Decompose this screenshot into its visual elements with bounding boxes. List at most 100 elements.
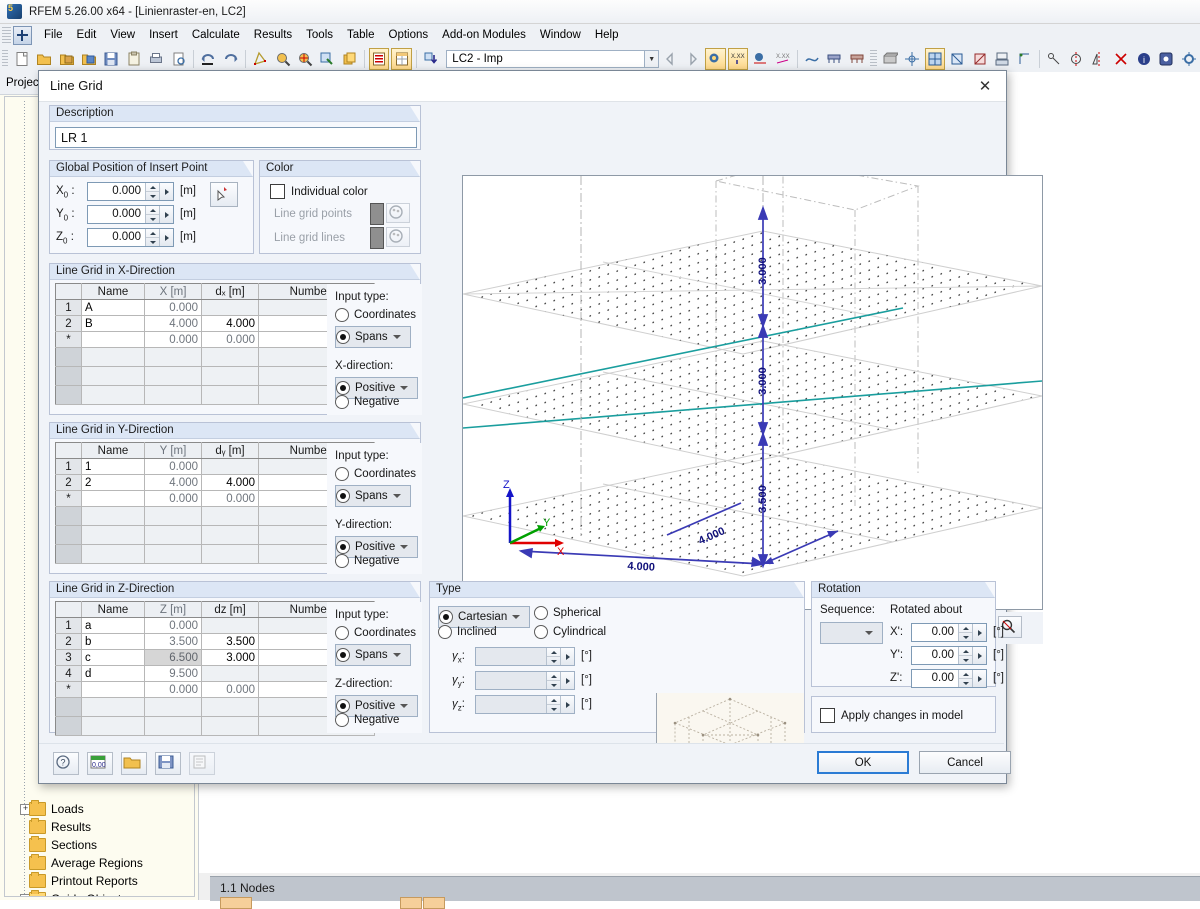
x-input-type-coordinates[interactable]: Coordinates <box>335 308 416 322</box>
toolbar-grip-handle[interactable] <box>2 50 8 68</box>
work-plane-xz-icon[interactable] <box>969 48 989 70</box>
show-tables-icon[interactable] <box>369 48 389 70</box>
cell-name[interactable]: c <box>82 650 145 666</box>
cell-name[interactable]: 2 <box>82 475 145 491</box>
menu-item-window[interactable]: Window <box>533 26 588 44</box>
rot-x-spinner[interactable]: 0.00 <box>911 623 987 642</box>
rot-z-more[interactable] <box>972 670 986 687</box>
result-values-icon[interactable] <box>750 48 770 70</box>
menu-item-results[interactable]: Results <box>247 26 299 44</box>
x0-more[interactable] <box>159 183 173 200</box>
model-info-icon[interactable] <box>1156 48 1176 70</box>
table-tab[interactable] <box>423 897 445 909</box>
save-icon[interactable] <box>101 48 121 70</box>
info-icon[interactable]: i <box>1134 48 1154 70</box>
gamma-y-value[interactable] <box>476 672 546 689</box>
z-direction-negative[interactable]: Negative <box>335 713 399 727</box>
individual-color-checkbox[interactable]: Individual color <box>270 184 368 199</box>
cell-name[interactable]: a <box>82 618 145 634</box>
tree-item-printout-reports[interactable]: Printout Reports <box>5 872 194 890</box>
comment-icon[interactable] <box>189 752 215 775</box>
open-project-icon[interactable] <box>56 48 76 70</box>
x-direction-negative[interactable]: Negative <box>335 395 399 409</box>
guide-lines-icon[interactable] <box>1014 48 1034 70</box>
copy-window-icon[interactable] <box>340 48 360 70</box>
redo-icon[interactable] <box>220 48 240 70</box>
cell-coord[interactable]: 3.500 <box>145 634 202 650</box>
tree-item-guide-objects[interactable]: - Guide Objects <box>5 890 194 897</box>
ok-button[interactable]: OK <box>817 751 909 774</box>
menu-item-insert[interactable]: Insert <box>142 26 185 44</box>
pick-point-icon[interactable] <box>210 182 238 207</box>
menu-item-edit[interactable]: Edit <box>70 26 104 44</box>
cell-coord[interactable]: 0.000 <box>145 332 202 348</box>
cell-coord[interactable]: 9.500 <box>145 666 202 682</box>
load-case-combo-value[interactable]: LC2 - Imp <box>446 50 645 68</box>
rot-y-spinner[interactable]: 0.00 <box>911 646 987 665</box>
row-number[interactable]: * <box>56 682 82 698</box>
cell-coord[interactable]: 0.000 <box>145 491 202 507</box>
line-grid-points-swatch[interactable] <box>370 203 384 225</box>
z0-spinner[interactable]: 0.000 <box>87 228 174 247</box>
tree-item-loads[interactable]: + Loads <box>5 800 194 818</box>
close-icon[interactable]: ✕ <box>970 75 1000 97</box>
next-load-case-icon[interactable] <box>683 48 703 70</box>
object-snap-icon[interactable] <box>992 48 1012 70</box>
x0-updown[interactable] <box>145 183 159 200</box>
row-number[interactable]: 4 <box>56 666 82 682</box>
z0-updown[interactable] <box>145 229 159 246</box>
z-input-type-coordinates[interactable]: Coordinates <box>335 626 416 640</box>
deformation-icon[interactable] <box>802 48 822 70</box>
mirror-icon[interactable] <box>1089 48 1109 70</box>
row-number[interactable]: 2 <box>56 316 82 332</box>
open-model-icon[interactable] <box>79 48 99 70</box>
y0-value[interactable]: 0.000 <box>88 206 145 223</box>
select-object-icon[interactable] <box>250 48 270 70</box>
y-input-type-spans[interactable]: Spans <box>335 485 411 507</box>
cancel-button[interactable]: Cancel <box>919 751 1011 774</box>
rot-z-spinner[interactable]: 0.00 <box>911 669 987 688</box>
rfem-menu-icon[interactable] <box>13 26 32 45</box>
row-number[interactable]: 3 <box>56 650 82 666</box>
intersect-icon[interactable] <box>1111 48 1131 70</box>
line-grid-lines-swatch[interactable] <box>370 227 384 249</box>
previous-load-case-icon[interactable] <box>660 48 680 70</box>
row-number[interactable]: 1 <box>56 300 82 316</box>
menu-grip-handle[interactable] <box>2 27 11 43</box>
y0-updown[interactable] <box>145 206 159 223</box>
row-number[interactable]: * <box>56 332 82 348</box>
gamma-x-more[interactable] <box>560 648 574 665</box>
cell-coord[interactable]: 4.000 <box>145 316 202 332</box>
units-icon[interactable]: 0,00 <box>87 752 113 775</box>
new-file-icon[interactable] <box>11 48 31 70</box>
gamma-x-value[interactable] <box>476 648 546 665</box>
cell-coord[interactable]: 0.000 <box>145 300 202 316</box>
load-case-dropdown-arrow[interactable]: ▼ <box>645 50 659 68</box>
cell-coord[interactable]: 6.500 <box>145 650 202 666</box>
tree-item-results[interactable]: Results <box>5 818 194 836</box>
cell-name[interactable]: B <box>82 316 145 332</box>
sequence-select[interactable] <box>820 622 883 644</box>
cell-delta[interactable] <box>202 666 259 682</box>
menu-item-table[interactable]: Table <box>340 26 382 44</box>
print-preview-icon[interactable] <box>169 48 189 70</box>
gamma-y-more[interactable] <box>560 672 574 689</box>
gamma-y-spinner[interactable] <box>475 671 575 690</box>
settings-icon[interactable] <box>1178 48 1198 70</box>
y0-spinner[interactable]: 0.000 <box>87 205 174 224</box>
cell-delta[interactable]: 4.000 <box>202 475 259 491</box>
menu-item-addon-modules[interactable]: Add-on Modules <box>435 26 533 44</box>
clipboard-icon[interactable] <box>124 48 144 70</box>
rot-y-updown[interactable] <box>958 647 972 664</box>
type-spherical[interactable]: Spherical <box>534 606 601 620</box>
tree-item-sections[interactable]: Sections <box>5 836 194 854</box>
save-icon[interactable] <box>155 752 181 775</box>
table-grid-icon[interactable] <box>391 48 411 70</box>
measure-icon[interactable] <box>1044 48 1064 70</box>
supports-icon[interactable] <box>824 48 844 70</box>
cell-delta[interactable]: 0.000 <box>202 491 259 507</box>
cell-name[interactable] <box>82 682 145 698</box>
cell-delta[interactable]: 0.000 <box>202 332 259 348</box>
menu-item-file[interactable]: File <box>37 26 70 44</box>
x0-value[interactable]: 0.000 <box>88 183 145 200</box>
